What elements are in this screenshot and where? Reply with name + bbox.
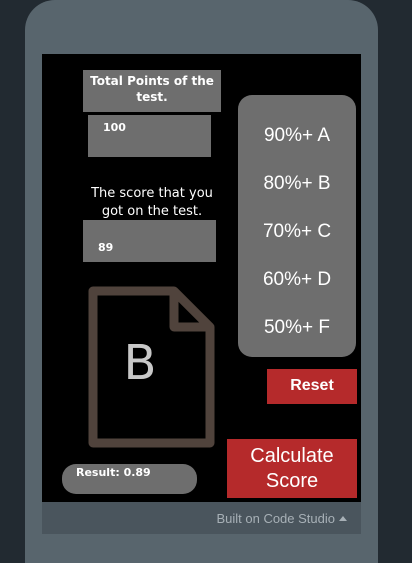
grade-scale-item: 70%+ C — [262, 221, 332, 242]
grade-scale-item: 50%+ F — [263, 317, 330, 338]
grade-scale-panel: 90%+ A 80%+ B 70%+ C 60%+ D 50%+ F — [238, 95, 356, 357]
grade-scale-item: 80%+ B — [263, 173, 331, 194]
code-studio-link[interactable]: Built on Code Studio — [216, 511, 347, 526]
result-display: Result: 0.89 — [62, 464, 197, 494]
grade-scale-item: 60%+ D — [262, 269, 332, 290]
footer-text: Built on Code Studio — [216, 511, 335, 526]
caret-up-icon — [339, 516, 347, 521]
total-points-label: Total Points of the test. — [83, 70, 221, 112]
calculate-score-button[interactable]: Calculate Score — [227, 439, 357, 498]
score-input[interactable]: 89 — [83, 220, 216, 262]
total-points-input[interactable]: 100 — [88, 115, 211, 157]
footer-bar: Built on Code Studio — [42, 502, 361, 534]
grade-scale-item: 90%+ A — [263, 125, 331, 146]
score-label: The score that you got on the test. — [91, 186, 213, 219]
reset-button[interactable]: Reset — [267, 369, 357, 404]
grade-letter: B — [123, 335, 157, 391]
